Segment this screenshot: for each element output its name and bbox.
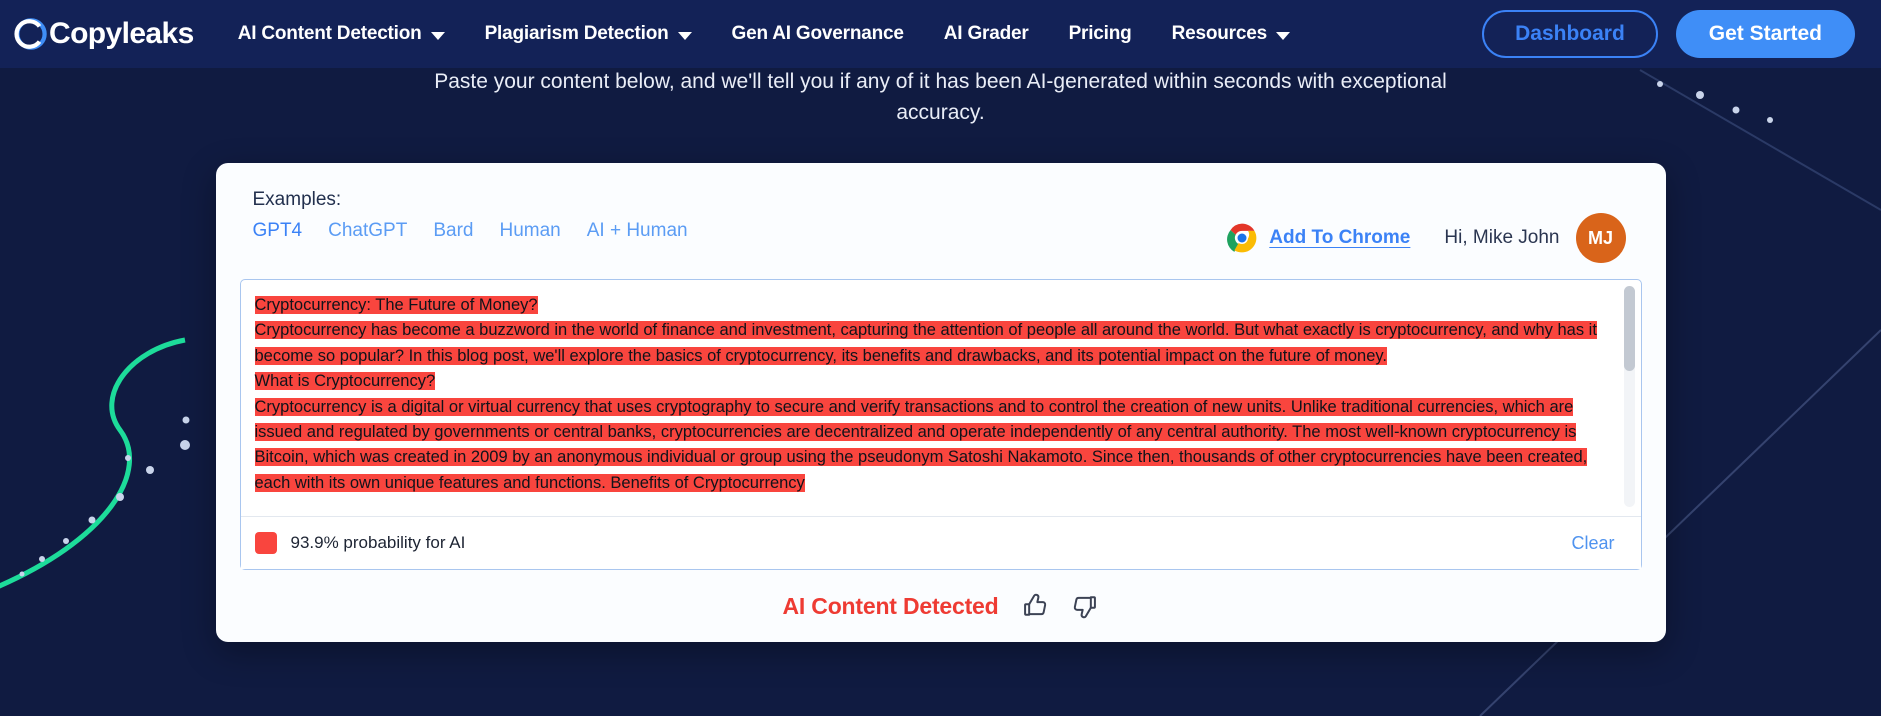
editor-paragraph: Cryptocurrency is a digital or virtual c… xyxy=(254,395,1615,497)
nav-item-gen-ai-governance[interactable]: Gen AI Governance xyxy=(732,23,904,45)
editor-scrollbar-thumb[interactable] xyxy=(1623,286,1635,371)
detector-card: Examples: GPT4 ChatGPT Bard Human AI + H… xyxy=(215,163,1666,642)
chevron-down-icon xyxy=(430,31,445,40)
example-tabs: GPT4 ChatGPT Bard Human AI + Human xyxy=(253,220,688,242)
nav-item-plagiarism-detection[interactable]: Plagiarism Detection xyxy=(485,23,692,45)
editor-paragraph: Cryptocurrency: The Future of Money? xyxy=(254,293,1615,318)
editor-footer: 93.9% probability for AI Clear xyxy=(240,516,1641,569)
nav-item-resources[interactable]: Resources xyxy=(1172,23,1290,45)
chevron-down-icon xyxy=(677,31,692,40)
nav-actions: Dashboard Get Started xyxy=(1482,10,1855,58)
nav-links: AI Content Detection Plagiarism Detectio… xyxy=(238,23,1482,45)
highlighted-span: Cryptocurrency has become a buzzword in … xyxy=(254,321,1597,365)
probability-color-swatch xyxy=(254,532,277,554)
thumbs-up-icon[interactable] xyxy=(1021,592,1049,620)
editor-text-area[interactable]: Cryptocurrency: The Future of Money? Cry… xyxy=(240,280,1641,516)
example-tab-ai-plus-human[interactable]: AI + Human xyxy=(587,220,688,242)
highlighted-span: Cryptocurrency is a digital or virtual c… xyxy=(254,397,1588,492)
nav-item-pricing[interactable]: Pricing xyxy=(1069,23,1132,45)
avatar[interactable]: MJ xyxy=(1575,213,1626,263)
example-tab-gpt4[interactable]: GPT4 xyxy=(253,220,303,242)
content-editor[interactable]: Cryptocurrency: The Future of Money? Cry… xyxy=(239,279,1642,570)
logo-text: Copyleaks xyxy=(49,17,194,50)
editor-paragraph: What is Cryptocurrency? xyxy=(254,369,1615,394)
nav-item-ai-grader[interactable]: AI Grader xyxy=(944,23,1029,45)
chrome-logo-icon xyxy=(1227,223,1257,253)
card-footer: AI Content Detected xyxy=(240,570,1642,642)
example-tab-human[interactable]: Human xyxy=(499,220,560,242)
probability-indicator: 93.9% probability for AI xyxy=(254,532,466,554)
example-tab-chatgpt[interactable]: ChatGPT xyxy=(328,220,407,242)
add-to-chrome-label: Add To Chrome xyxy=(1269,227,1411,248)
get-started-button[interactable]: Get Started xyxy=(1675,10,1855,58)
nav-label: AI Content Detection xyxy=(237,23,422,44)
card-header: Examples: GPT4 ChatGPT Bard Human AI + H… xyxy=(240,189,1642,263)
nav-label: Resources xyxy=(1171,23,1268,44)
highlighted-span: What is Cryptocurrency? xyxy=(254,372,436,391)
hero-subtitle: Paste your content below, and we'll tell… xyxy=(434,70,1447,124)
card-header-right: Add To Chrome Hi, Mike John MJ xyxy=(1227,189,1641,263)
editor-bottom-fade xyxy=(240,502,1641,516)
editor-scrollbar[interactable] xyxy=(1623,286,1635,507)
add-to-chrome-link[interactable]: Add To Chrome xyxy=(1227,223,1410,253)
user-greeting: Hi, Mike John xyxy=(1444,227,1560,248)
thumbs-down-icon[interactable] xyxy=(1071,592,1099,620)
nav-label: AI Grader xyxy=(943,23,1029,44)
detector-card-wrapper: Examples: GPT4 ChatGPT Bard Human AI + H… xyxy=(0,163,1881,642)
copyleaks-logo[interactable]: Copyleaks xyxy=(14,17,194,51)
user-block: Hi, Mike John MJ xyxy=(1444,213,1626,263)
nav-item-ai-content-detection[interactable]: AI Content Detection xyxy=(238,23,445,45)
clear-button[interactable]: Clear xyxy=(1571,533,1614,554)
example-tab-bard[interactable]: Bard xyxy=(433,220,473,242)
top-navigation-bar: Copyleaks AI Content Detection Plagiaris… xyxy=(0,0,1881,68)
probability-text: 93.9% probability for AI xyxy=(290,533,466,552)
nav-label: Pricing xyxy=(1068,23,1132,44)
chevron-down-icon xyxy=(1275,31,1290,40)
nav-label: Gen AI Governance xyxy=(731,23,904,44)
hero-section: Paste your content below, and we'll tell… xyxy=(426,66,1456,128)
editor-paragraph: Cryptocurrency has become a buzzword in … xyxy=(254,318,1615,369)
examples-label: Examples: xyxy=(252,189,342,210)
verdict-text: AI Content Detected xyxy=(782,592,999,619)
examples-block: Examples: GPT4 ChatGPT Bard Human AI + H… xyxy=(240,189,688,242)
highlighted-span: Cryptocurrency: The Future of Money? xyxy=(254,296,538,314)
dashboard-button[interactable]: Dashboard xyxy=(1482,10,1658,58)
nav-label: Plagiarism Detection xyxy=(484,23,669,44)
